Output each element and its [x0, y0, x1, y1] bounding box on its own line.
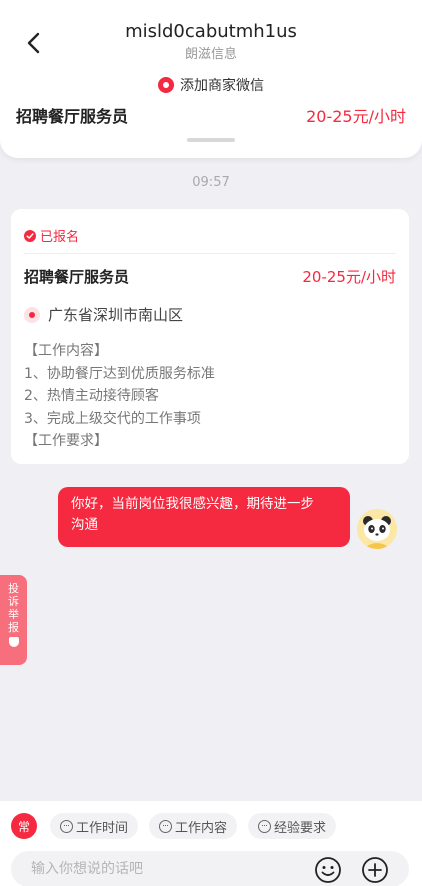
card-job-row: 招聘餐厅服务员 20-25元/小时 [24, 266, 396, 287]
wechat-icon [158, 77, 174, 93]
panda-avatar-icon [357, 509, 397, 549]
report-char: 投 [8, 582, 19, 595]
message-line: 你好，当前岗位我很感兴趣，期待进一步 [71, 496, 314, 512]
status-label: 已报名 [40, 230, 80, 245]
location-pin-icon [24, 306, 40, 323]
report-char: 报 [8, 621, 19, 634]
title-block: misld0cabutmh1us 朗滋信息 [0, 20, 422, 64]
chip-label: 工作内容 [175, 820, 228, 836]
report-button[interactable]: 投 诉 举 报 [0, 575, 27, 665]
job-card[interactable]: 已报名 招聘餐厅服务员 20-25元/小时 广东省深圳市南山区 【工作内容】 1… [11, 209, 409, 464]
check-icon [24, 229, 36, 242]
message-time: 09:57 [192, 175, 230, 190]
report-char: 诉 [8, 595, 19, 608]
status-badge: 已报名 [24, 226, 79, 245]
card-job-title: 招聘餐厅服务员 [24, 268, 130, 286]
divider [24, 253, 396, 254]
description-line: 1、协助餐厅达到优质服务标准 [24, 365, 215, 382]
card-job-salary: 20-25元/小时 [302, 268, 396, 286]
job-title: 招聘餐厅服务员 [16, 107, 129, 126]
description-line: 【工作要求】 [24, 433, 108, 449]
job-description: 【工作内容】 1、协助餐厅达到优质服务标准 2、热情主动接待顾客 3、完成上级交… [24, 340, 215, 453]
chip-label: 经验要求 [274, 820, 327, 836]
message-input[interactable] [31, 851, 311, 886]
job-salary: 20-25元/小时 [306, 107, 406, 126]
quick-reply-work-time[interactable]: 工作时间 [50, 813, 139, 839]
add-wechat-button[interactable]: 添加商家微信 [0, 75, 422, 95]
description-line: 【工作内容】 [24, 343, 108, 359]
quick-reply-row: 常 工作时间 工作内容 经验要求 [11, 813, 347, 839]
plus-circle-icon [362, 857, 388, 883]
quick-reply-experience[interactable]: 经验要求 [248, 813, 337, 839]
emoji-button[interactable] [314, 856, 342, 884]
drag-handle[interactable] [187, 138, 235, 142]
job-location: 广东省深圳市南山区 [24, 304, 183, 325]
location-text: 广东省深圳市南山区 [48, 306, 184, 324]
report-char: 举 [8, 608, 19, 621]
common-phrases-button[interactable]: 常 [11, 813, 37, 839]
smiley-icon [315, 857, 341, 883]
chat-bubble-icon [159, 819, 173, 833]
message-input-row [11, 851, 409, 886]
company-name: 朗滋信息 [184, 47, 237, 62]
more-button[interactable] [361, 856, 389, 884]
quick-reply-work-content[interactable]: 工作内容 [149, 813, 238, 839]
chat-bubble-icon [60, 819, 73, 833]
add-wechat-label: 添加商家微信 [180, 78, 264, 94]
description-line: 2、热情主动接待顾客 [24, 388, 159, 404]
bottom-bar: 常 工作时间 工作内容 经验要求 [0, 801, 422, 886]
description-line: 3、完成上级交代的工作事项 [24, 410, 201, 427]
shield-icon [8, 637, 19, 647]
chat-bubble-icon [258, 819, 272, 833]
header: misld0cabutmh1us 朗滋信息 添加商家微信 招聘餐厅服务员 20-… [0, 0, 422, 158]
avatar[interactable] [357, 509, 397, 549]
page-title: misld0cabutmh1us [125, 21, 297, 42]
job-summary[interactable]: 招聘餐厅服务员 20-25元/小时 [16, 103, 406, 127]
sent-message-bubble[interactable]: 你好，当前岗位我很感兴趣，期待进一步 沟通 [58, 487, 350, 547]
message-line: 沟通 [71, 517, 98, 533]
chip-label: 工作时间 [76, 820, 129, 836]
